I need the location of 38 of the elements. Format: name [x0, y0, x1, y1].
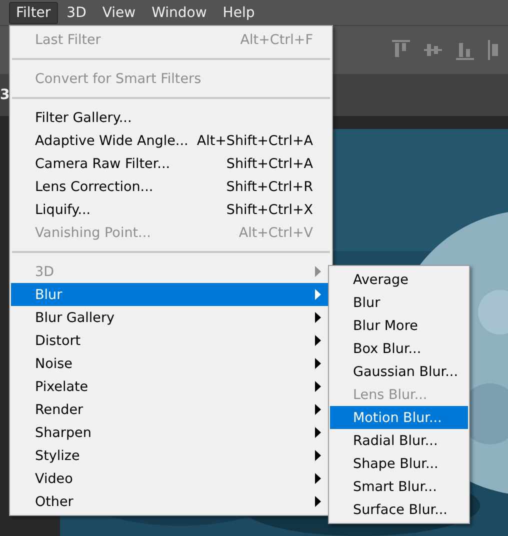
menu-item[interactable]: Adaptive Wide Angle... Alt+Shift+Ctrl+A — [11, 129, 331, 152]
menu-item[interactable]: Sharpen — [11, 421, 331, 444]
menu-item[interactable]: Blur More — [330, 314, 468, 337]
menu-item[interactable]: Motion Blur... — [330, 406, 468, 429]
menu-title[interactable]: 3D — [60, 2, 94, 24]
menu-item[interactable]: Pixelate — [11, 375, 331, 398]
menu-item[interactable]: Blur — [330, 291, 468, 314]
menu-item[interactable]: Average — [330, 268, 468, 291]
menu-item[interactable]: Blur Gallery — [11, 306, 331, 329]
menu-item[interactable]: Box Blur... — [330, 337, 468, 360]
menu-item[interactable]: Lens Correction... Shift+Ctrl+R — [11, 175, 331, 198]
menu-item[interactable]: Blur — [11, 283, 331, 306]
menu-item[interactable]: Filter Gallery... — [11, 106, 331, 129]
menu-item[interactable]: Noise — [11, 352, 331, 375]
menu-item[interactable]: Video — [11, 467, 331, 490]
menu-item[interactable]: Surface Blur... — [330, 498, 468, 521]
menu-item[interactable]: Camera Raw Filter... Shift+Ctrl+A — [11, 152, 331, 175]
menu-item[interactable]: Smart Blur... — [330, 475, 468, 498]
shortcut-label: Alt+Ctrl+V — [238, 224, 313, 240]
menu-item[interactable]: Distort — [11, 329, 331, 352]
menu-item[interactable]: Render — [11, 398, 331, 421]
shortcut-label: Alt+Ctrl+F — [240, 32, 313, 48]
shortcut-label: Shift+Ctrl+R — [226, 178, 313, 194]
menu-title[interactable]: Window — [144, 2, 214, 24]
document-tab[interactable]: 3 — [0, 87, 10, 103]
menu-item[interactable]: Other — [11, 490, 331, 513]
shortcut-label: Shift+Ctrl+X — [226, 202, 313, 218]
menu-item[interactable]: Shape Blur... — [330, 452, 468, 475]
menu-title[interactable]: Filter — [9, 2, 58, 24]
menu-item[interactable]: Radial Blur... — [330, 429, 468, 452]
menu-item[interactable]: Liquify... Shift+Ctrl+X — [11, 198, 331, 221]
menu-title[interactable]: View — [95, 2, 143, 24]
menu-title[interactable]: Help — [216, 2, 262, 24]
menu-item[interactable]: Gaussian Blur... — [330, 360, 468, 383]
align-left-icon[interactable] — [488, 39, 500, 61]
shortcut-label: Shift+Ctrl+A — [226, 156, 313, 172]
shortcut-label: Alt+Shift+Ctrl+A — [196, 132, 313, 148]
menu-item[interactable]: Stylize — [11, 444, 331, 467]
